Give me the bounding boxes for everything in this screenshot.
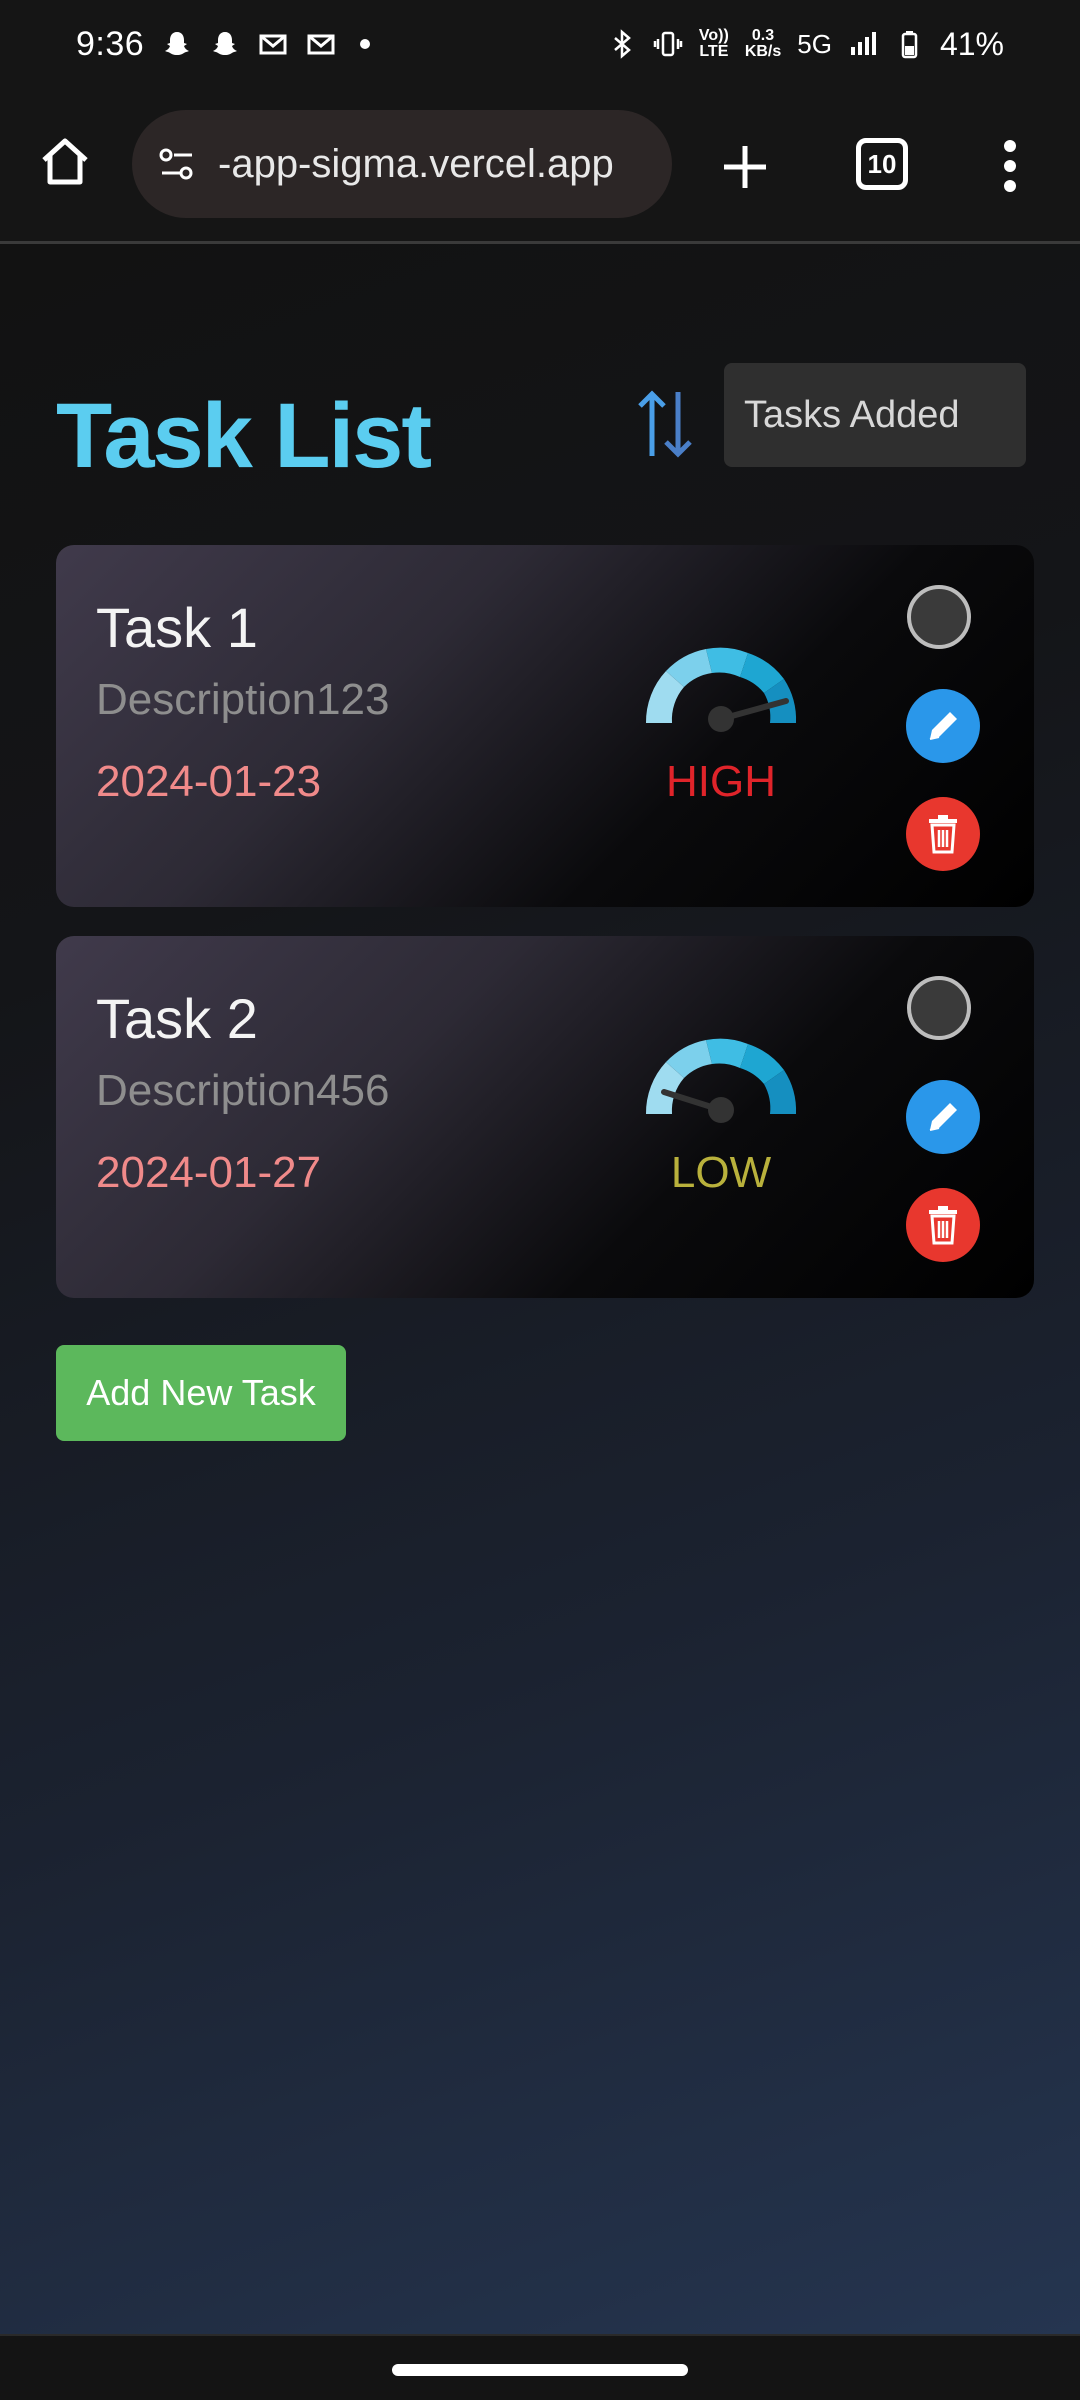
network-speed-unit: KB/s bbox=[744, 43, 782, 60]
task-date: 2024-01-23 bbox=[96, 757, 322, 806]
new-tab-icon[interactable] bbox=[716, 138, 774, 196]
complete-checkbox[interactable] bbox=[907, 585, 971, 649]
browser-toolbar: -app-sigma.vercel.app 10 bbox=[0, 88, 1080, 244]
page-content: Task List Tasks Added Task 1 Description… bbox=[0, 244, 1080, 2334]
network-speed: 0.3 KB/s bbox=[745, 28, 781, 60]
signal-icon bbox=[850, 32, 876, 55]
home-gesture-handle[interactable] bbox=[392, 2364, 688, 2376]
trash-icon bbox=[929, 1206, 957, 1245]
sort-by-select[interactable]: Tasks Added bbox=[724, 363, 1026, 467]
url-text[interactable]: -app-sigma.vercel.app bbox=[218, 142, 614, 187]
tab-switcher-button[interactable]: 10 bbox=[856, 138, 908, 190]
task-priority: LOW bbox=[670, 1148, 772, 1197]
home-icon[interactable] bbox=[36, 132, 94, 190]
page-title: Task List bbox=[56, 385, 432, 487]
more-notifications-dot-icon bbox=[360, 39, 371, 49]
task-name: Task 2 bbox=[96, 987, 258, 1050]
task-date: 2024-01-27 bbox=[96, 1148, 322, 1197]
delete-task-button[interactable] bbox=[906, 797, 980, 871]
task-card: Task 2 Description456 2024-01-27 LOW bbox=[56, 936, 1034, 1298]
vibrate-icon bbox=[653, 31, 683, 57]
priority-gauge-icon bbox=[645, 647, 797, 732]
volte-bottom-text: LTE bbox=[699, 43, 729, 60]
snapchat-icon bbox=[165, 32, 190, 55]
pencil-icon bbox=[929, 712, 957, 740]
complete-checkbox[interactable] bbox=[907, 976, 971, 1040]
edit-task-button[interactable] bbox=[906, 689, 980, 763]
sort-order-icon[interactable] bbox=[630, 384, 700, 464]
trash-icon bbox=[929, 815, 957, 854]
battery-icon bbox=[901, 31, 918, 59]
address-bar[interactable]: -app-sigma.vercel.app bbox=[132, 110, 672, 218]
status-bar: 9:36 Vo)) LTE 0.3 KB/s 5G 41% bbox=[0, 0, 1080, 88]
task-description: Description123 bbox=[96, 675, 390, 724]
bluetooth-icon bbox=[614, 29, 631, 59]
gmail-icon bbox=[307, 34, 335, 55]
system-nav-bar bbox=[0, 2334, 1080, 2400]
pencil-icon bbox=[929, 1103, 957, 1131]
task-card: Task 1 Description123 2024-01-23 HIGH bbox=[56, 545, 1034, 907]
delete-task-button[interactable] bbox=[906, 1188, 980, 1262]
battery-percent: 41% bbox=[939, 25, 1004, 62]
task-name: Task 1 bbox=[96, 596, 258, 659]
add-new-task-button[interactable]: Add New Task bbox=[56, 1345, 346, 1441]
snapchat-icon bbox=[213, 32, 238, 55]
status-time: 9:36 bbox=[76, 24, 145, 63]
edit-task-button[interactable] bbox=[906, 1080, 980, 1154]
task-priority: HIGH bbox=[666, 757, 776, 806]
task-description: Description456 bbox=[96, 1066, 390, 1115]
volte-top-text: Vo)) bbox=[698, 27, 729, 44]
volte-indicator: Vo)) LTE bbox=[699, 28, 729, 60]
site-settings-icon[interactable] bbox=[154, 141, 200, 187]
gmail-icon bbox=[259, 34, 287, 55]
priority-gauge-icon bbox=[645, 1038, 797, 1123]
network-type: 5G bbox=[797, 28, 832, 59]
network-speed-value: 0.3 bbox=[751, 27, 775, 44]
overflow-menu-icon[interactable] bbox=[996, 140, 1024, 196]
